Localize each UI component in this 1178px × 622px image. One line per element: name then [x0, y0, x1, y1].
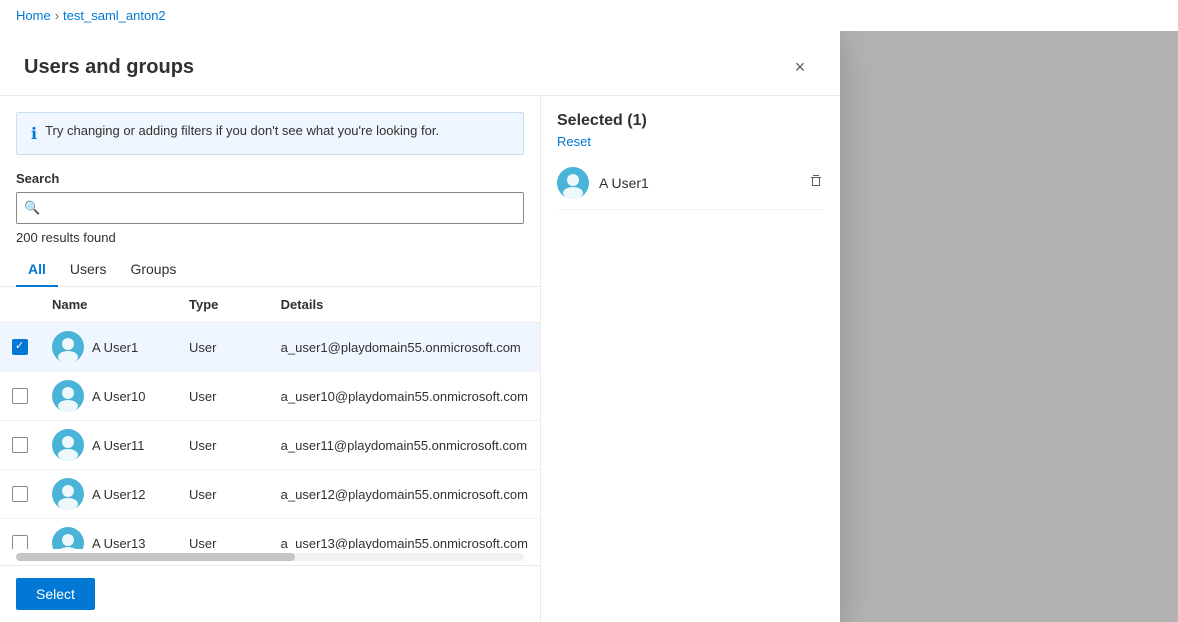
col-header-checkbox	[0, 287, 40, 323]
row-name: A User10	[92, 389, 145, 404]
selected-title: Selected (1)	[557, 112, 647, 130]
dialog-title: Users and groups	[24, 56, 194, 79]
avatar	[52, 527, 84, 549]
scrollbar-track	[16, 553, 524, 561]
table-row[interactable]: A User12 Usera_user12@playdomain55.onmicr…	[0, 470, 540, 519]
row-name: A User13	[92, 536, 145, 550]
row-checkbox-cell	[0, 323, 40, 372]
row-checkbox-cell	[0, 421, 40, 470]
row-type: User	[177, 421, 269, 470]
search-input[interactable]	[16, 192, 524, 224]
selected-item-avatar	[557, 167, 589, 199]
select-button[interactable]: Select	[16, 578, 95, 610]
table-row[interactable]: A User13 Usera_user13@playdomain55.onmicr…	[0, 519, 540, 550]
row-name-cell: A User1	[40, 323, 177, 372]
row-details: a_user10@playdomain55.onmicrosoft.com	[269, 372, 540, 421]
breadcrumb-sep: ›	[55, 8, 59, 23]
col-header-details: Details	[269, 287, 540, 323]
tabs-container: All Users Groups	[0, 253, 540, 287]
scrollbar-thumb	[16, 553, 295, 561]
row-details: a_user11@playdomain55.onmicrosoft.com	[269, 421, 540, 470]
row-checkbox-cell	[0, 372, 40, 421]
selected-item: A User1	[557, 157, 824, 210]
tab-groups[interactable]: Groups	[118, 253, 188, 287]
table-row[interactable]: A User1 Usera_user1@playdomain55.onmicros…	[0, 323, 540, 372]
tab-users[interactable]: Users	[58, 253, 119, 287]
row-checkbox[interactable]	[12, 486, 28, 502]
row-checkbox-cell	[0, 470, 40, 519]
delete-selected-item-button[interactable]	[808, 173, 824, 194]
row-details: a_user12@playdomain55.onmicrosoft.com	[269, 470, 540, 519]
avatar	[52, 429, 84, 461]
row-checkbox[interactable]	[12, 339, 28, 355]
dialog-overlay: Users and groups × ℹ Try changing or add…	[0, 31, 1178, 622]
row-checkbox[interactable]	[12, 437, 28, 453]
row-name-cell: A User10	[40, 372, 177, 421]
row-checkbox[interactable]	[12, 388, 28, 404]
row-name-cell: A User11	[40, 421, 177, 470]
dialog-header: Users and groups ×	[0, 31, 840, 96]
avatar	[52, 380, 84, 412]
search-icon: 🔍	[24, 200, 40, 216]
row-details: a_user1@playdomain55.onmicrosoft.com	[269, 323, 540, 372]
row-name-cell: A User13	[40, 519, 177, 550]
results-count: 200 results found	[16, 230, 524, 245]
row-type: User	[177, 323, 269, 372]
search-label: Search	[16, 171, 524, 186]
info-banner-text: Try changing or adding filters if you do…	[45, 123, 439, 138]
row-type: User	[177, 470, 269, 519]
table-row[interactable]: A User10 Usera_user10@playdomain55.onmicr…	[0, 372, 540, 421]
search-input-wrap: 🔍	[16, 192, 524, 224]
search-section: Search 🔍 200 results found	[0, 163, 540, 253]
row-type: User	[177, 519, 269, 550]
dialog-footer: Select	[0, 565, 540, 622]
row-name: A User1	[92, 340, 138, 355]
table-row[interactable]: A User11 Usera_user11@playdomain55.onmicr…	[0, 421, 540, 470]
row-checkbox[interactable]	[12, 535, 28, 549]
row-name-cell: A User12	[40, 470, 177, 519]
row-details: a_user13@playdomain55.onmicrosoft.com	[269, 519, 540, 550]
avatar	[52, 331, 84, 363]
selected-items-list: A User1	[557, 157, 824, 210]
info-icon: ℹ	[31, 124, 37, 144]
dialog-close-button[interactable]: ×	[784, 51, 816, 83]
row-name: A User11	[92, 438, 145, 453]
selected-item-name: A User1	[599, 175, 798, 191]
reset-button[interactable]: Reset	[557, 134, 824, 149]
selected-panel: Selected (1) Reset A User1	[540, 96, 840, 622]
dialog-body: ℹ Try changing or adding filters if you …	[0, 96, 840, 622]
row-type: User	[177, 372, 269, 421]
dialog-panel: Users and groups × ℹ Try changing or add…	[0, 31, 840, 622]
col-header-type: Type	[177, 287, 269, 323]
avatar	[52, 478, 84, 510]
selected-header: Selected (1)	[557, 112, 824, 130]
users-table-container: Name Type Details A User1Usera_user1@pla…	[0, 287, 540, 549]
info-banner: ℹ Try changing or adding filters if you …	[16, 112, 524, 155]
dialog-left: ℹ Try changing or adding filters if you …	[0, 96, 540, 622]
row-checkbox-cell	[0, 519, 40, 550]
breadcrumb-home[interactable]: Home	[16, 8, 51, 23]
breadcrumb-app[interactable]: test_saml_anton2	[63, 8, 166, 23]
horizontal-scrollbar[interactable]	[0, 549, 540, 565]
breadcrumb: Home › test_saml_anton2	[0, 0, 1178, 31]
overlay-background[interactable]	[840, 31, 1178, 622]
users-table: Name Type Details A User1Usera_user1@pla…	[0, 287, 540, 549]
tab-all[interactable]: All	[16, 253, 58, 287]
row-name: A User12	[92, 487, 145, 502]
col-header-name: Name	[40, 287, 177, 323]
